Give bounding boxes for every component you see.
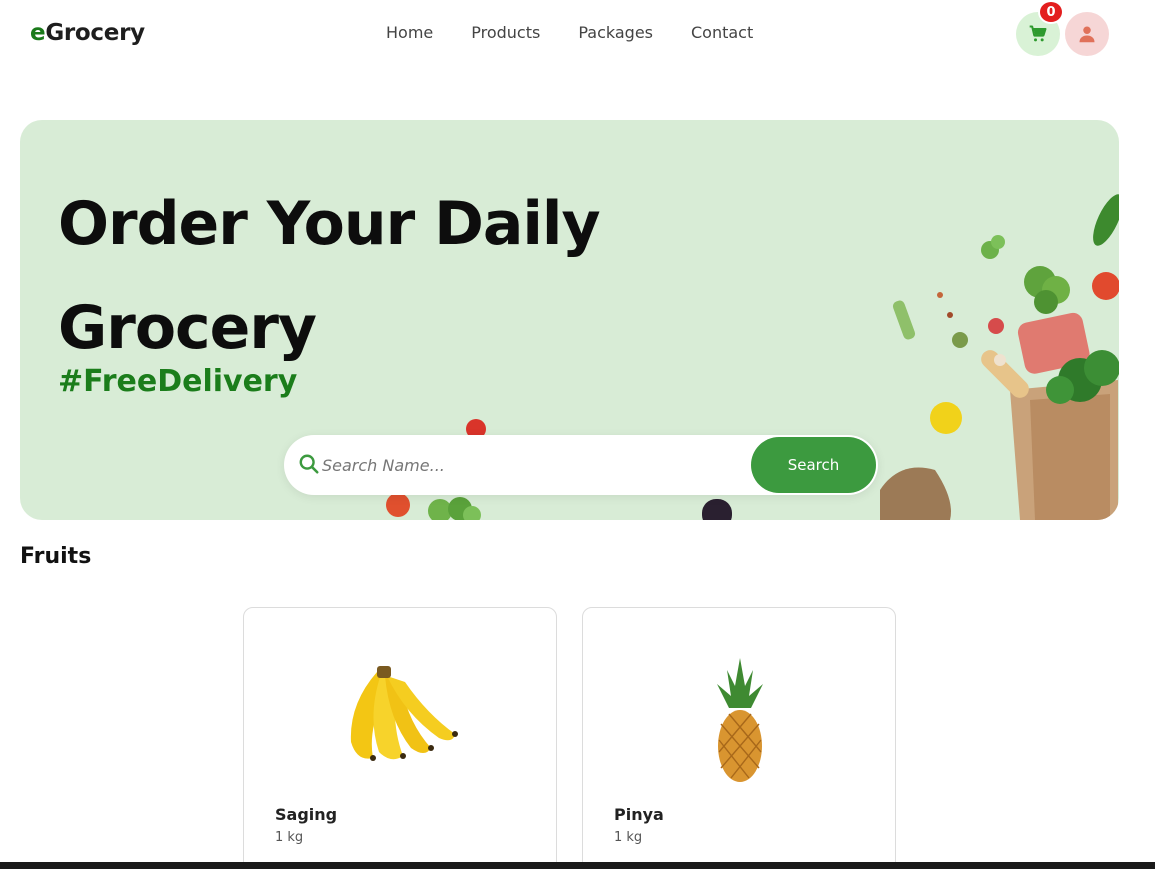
product-card[interactable]: Saging 1 kg: [243, 607, 557, 869]
product-unit: 1 kg: [275, 830, 304, 845]
grocery-bag-illustration: [880, 194, 1119, 520]
product-unit: 1 kg: [614, 830, 643, 845]
nav-contact[interactable]: Contact: [691, 23, 753, 42]
main-nav: Home Products Packages Contact: [386, 23, 791, 42]
cart-count-badge: 0: [1038, 0, 1064, 24]
pineapple-icon: [717, 658, 763, 782]
search-input[interactable]: [322, 450, 742, 480]
hero-title: Order Your Daily Grocery: [58, 189, 601, 363]
brand-name: Grocery: [45, 20, 145, 46]
section-title: Fruits: [20, 544, 92, 569]
nav-products[interactable]: Products: [471, 23, 540, 42]
user-icon: [1079, 26, 1095, 43]
hero-banner: Order Your Daily Grocery #FreeDelivery S…: [20, 120, 1119, 520]
brand-prefix: e: [30, 20, 46, 46]
product-name: Pinya: [614, 805, 664, 824]
cart-icon: [1029, 25, 1047, 42]
product-card[interactable]: Pinya 1 kg: [582, 607, 896, 869]
banana-icon: [350, 666, 458, 761]
search-button[interactable]: Search: [751, 437, 876, 493]
search-bar: Search: [284, 435, 878, 495]
bottom-edge-bar: [0, 862, 1155, 869]
nav-packages[interactable]: Packages: [578, 23, 653, 42]
product-name: Saging: [275, 805, 338, 824]
brand-logo[interactable]: eGrocery: [30, 20, 145, 46]
user-button[interactable]: [1065, 12, 1109, 56]
hero-tag: #FreeDelivery: [58, 364, 298, 399]
nav-home[interactable]: Home: [386, 23, 433, 42]
search-icon: [299, 454, 319, 474]
header: eGrocery Home Products Packages Contact …: [0, 0, 1155, 68]
